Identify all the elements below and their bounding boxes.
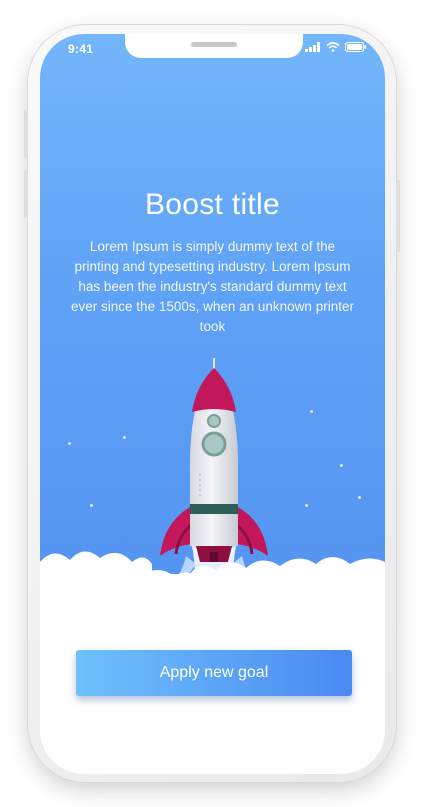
signal-icon <box>305 42 320 52</box>
star <box>310 410 313 413</box>
star <box>305 504 308 507</box>
status-time: 9:41 <box>68 42 94 56</box>
wifi-icon <box>326 42 340 52</box>
star <box>358 496 361 499</box>
page-title: Boost title <box>144 188 281 221</box>
star <box>90 504 93 507</box>
side-button <box>396 180 400 252</box>
star <box>340 464 343 467</box>
battery-icon <box>345 42 367 52</box>
body-text: Lorem Ipsum is simply dummy text of the … <box>71 239 354 334</box>
star <box>123 436 126 439</box>
star <box>68 442 71 445</box>
phone-screen: 9:41 Boost title Lorem Ipsum is simply d… <box>40 34 385 774</box>
cloud-layer <box>40 551 385 624</box>
side-button <box>24 170 28 218</box>
status-icons <box>305 42 367 52</box>
side-button <box>24 110 28 158</box>
status-bar: 9:41 <box>40 34 385 64</box>
apply-new-goal-button[interactable]: Apply new goal <box>76 650 352 696</box>
